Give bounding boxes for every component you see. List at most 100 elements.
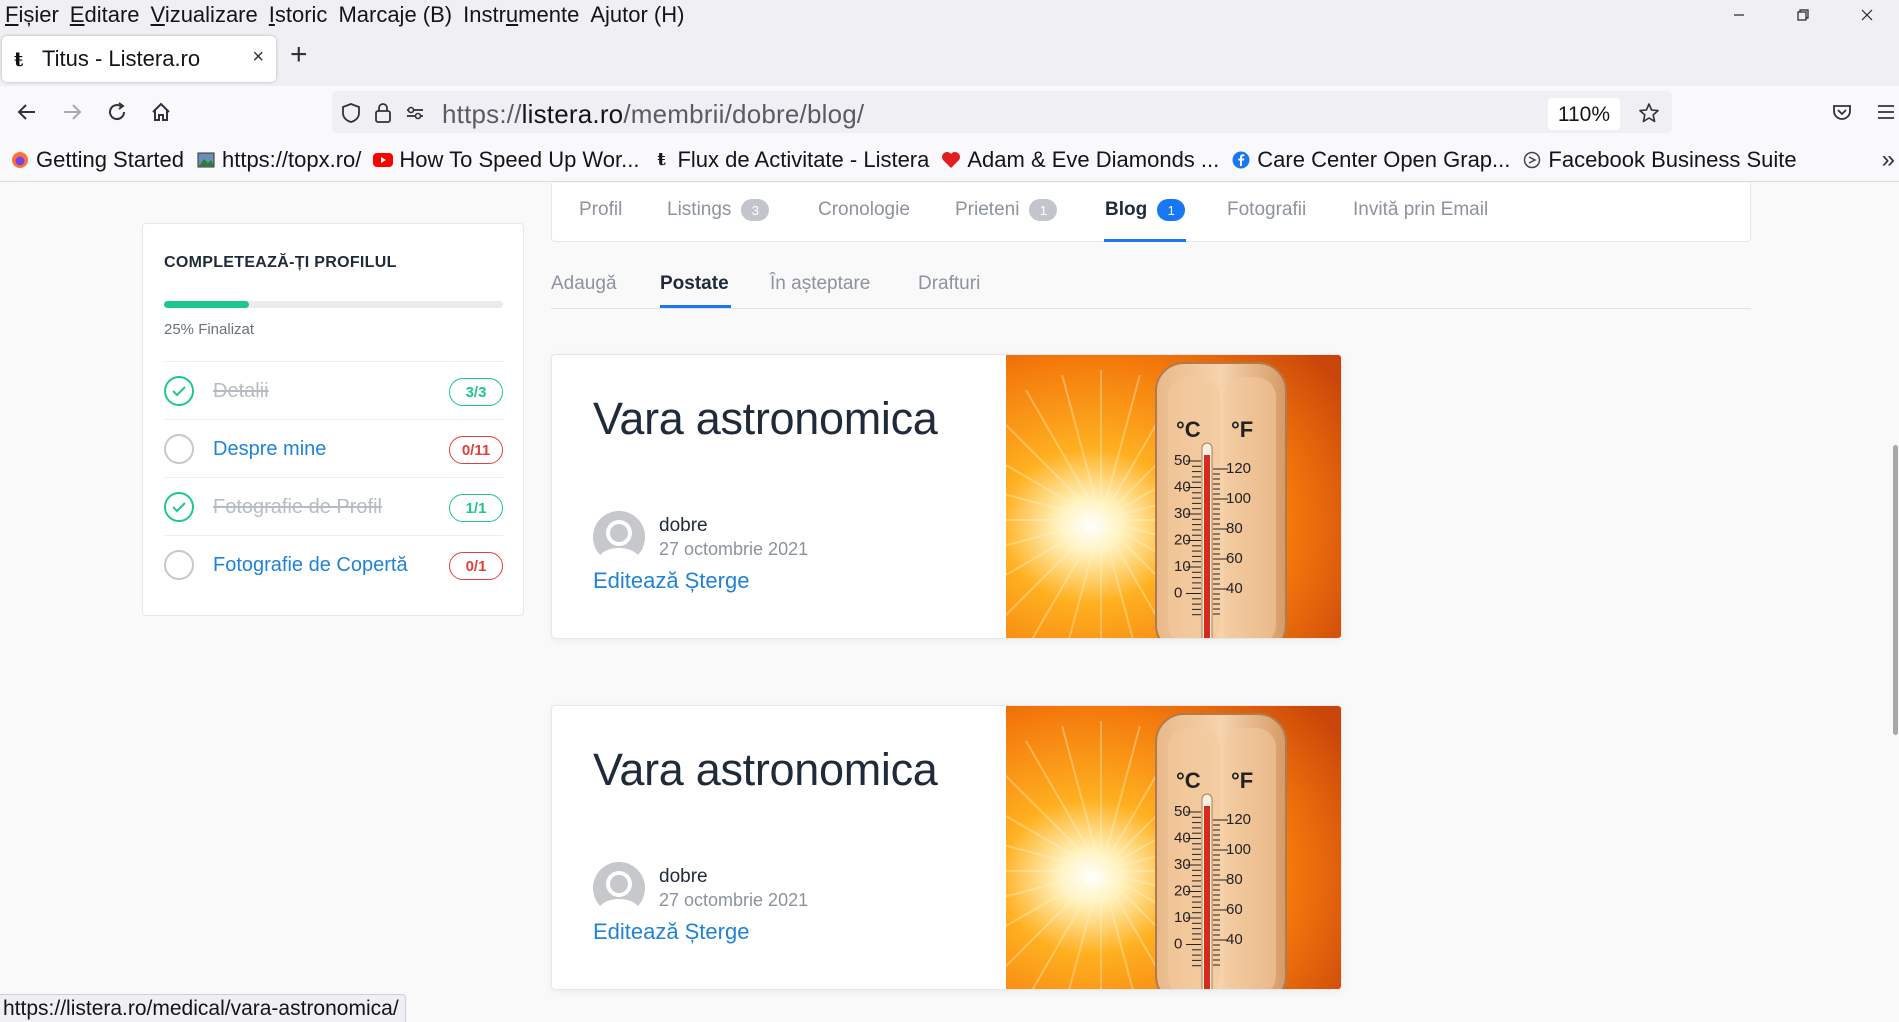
checklist-item-count: 0/11	[449, 436, 503, 464]
blog-post-card[interactable]: Vara astronomica dobre 27 octombrie 2021…	[551, 354, 1342, 639]
empty-circle-icon	[164, 550, 194, 580]
tracking-shield-icon[interactable]	[338, 100, 364, 126]
new-tab-button[interactable]: +	[290, 40, 308, 70]
menu-file[interactable]: Fișier	[0, 2, 65, 28]
post-title[interactable]: Vara astronomica	[593, 393, 938, 445]
lock-icon[interactable]	[370, 100, 396, 126]
bookmark-star-icon[interactable]	[1636, 100, 1662, 126]
subtab-adauga[interactable]: Adaugă	[551, 273, 617, 295]
tab-close-button[interactable]: ×	[252, 46, 264, 69]
minimize-button[interactable]	[1707, 0, 1771, 30]
navigation-bar: https://listera.ro/membrii/dobre/blog/ 1…	[0, 86, 1899, 138]
menu-tools[interactable]: Instrumente	[458, 2, 585, 28]
checklist-item-count: 1/1	[449, 494, 503, 522]
subtab-postate[interactable]: Postate	[660, 273, 729, 295]
pocket-button[interactable]	[1826, 96, 1858, 128]
post-featured-image[interactable]: °C °F 50 40 30 20 10 0 120 100 80 60 40	[951, 355, 1341, 638]
author-avatar	[593, 511, 645, 563]
bookmark-care-center[interactable]: Care Center Open Grap...	[1231, 147, 1510, 173]
reload-button[interactable]	[101, 96, 133, 128]
post-featured-image[interactable]: °C °F 50 40 30 20 10 0 120 100 80 60 40	[951, 706, 1341, 989]
active-tab-indicator	[1104, 239, 1186, 242]
delete-post-link[interactable]: Șterge	[685, 568, 750, 593]
fahrenheit-tick-label: 120	[1226, 460, 1251, 477]
post-author[interactable]: dobre	[659, 866, 708, 888]
tab-fotografii[interactable]: Fotografii	[1227, 199, 1306, 221]
restore-button[interactable]	[1771, 0, 1835, 30]
tab-prieteni[interactable]: Prieteni 1	[955, 199, 1058, 221]
tab-listings[interactable]: Listings 3	[667, 199, 770, 221]
delete-post-link[interactable]: Șterge	[685, 919, 750, 944]
checklist-item-label[interactable]: Fotografie de Copertă	[213, 554, 408, 577]
home-button[interactable]	[145, 96, 177, 128]
checklist-item-count: 0/1	[449, 552, 503, 580]
youtube-icon	[373, 150, 394, 170]
permissions-icon[interactable]	[402, 100, 428, 126]
tab-blog[interactable]: Blog 1	[1105, 199, 1186, 221]
fahrenheit-tick-label: 40	[1226, 931, 1243, 948]
celsius-tick-label: 0	[1174, 585, 1182, 602]
menu-view[interactable]: Vizualizare	[146, 2, 264, 28]
bookmark-topx[interactable]: https://topx.ro/	[196, 147, 361, 173]
post-date: 27 octombrie 2021	[659, 539, 809, 559]
post-title[interactable]: Vara astronomica	[593, 744, 938, 796]
bookmark-getting-started[interactable]: Getting Started	[10, 147, 184, 173]
edit-post-link[interactable]: Editează	[593, 919, 679, 944]
page-scrollbar[interactable]	[1893, 445, 1898, 735]
fahrenheit-tick-label: 60	[1226, 550, 1243, 567]
forward-arrow-icon	[64, 104, 82, 120]
menu-edit[interactable]: Editare	[65, 2, 146, 28]
post-actions: Editează Șterge	[593, 568, 755, 594]
subtab-in-asteptare[interactable]: În așteptare	[770, 273, 870, 295]
post-author[interactable]: dobre	[659, 515, 708, 537]
bookmark-speed-up-wordpress[interactable]: How To Speed Up Wor...	[373, 147, 639, 173]
tab-bar: ŧ Titus - Listera.ro × +	[0, 30, 1899, 86]
fahrenheit-tick-label: 80	[1226, 871, 1243, 888]
author-avatar	[593, 862, 645, 914]
menu-help[interactable]: Ajutor (H)	[585, 2, 690, 28]
thermometer-illustration: °C °F50403020100120100806040	[951, 355, 1341, 638]
menu-bar: Fișier Editare Vizualizare Istoric Marca…	[0, 0, 1899, 30]
home-icon	[152, 102, 170, 121]
checklist-item-cover-photo[interactable]: Fotografie de Copertă 0/1	[164, 535, 503, 593]
menu-history[interactable]: Istoric	[264, 2, 334, 28]
celsius-unit-label: °C	[1176, 768, 1201, 793]
blog-post-card[interactable]: Vara astronomica dobre 27 octombrie 2021…	[551, 705, 1342, 990]
tab-title: Titus - Listera.ro	[42, 46, 201, 71]
checklist-item-count: 3/3	[449, 378, 503, 406]
back-button[interactable]	[11, 96, 43, 128]
checklist-item-profile-photo[interactable]: Fotografie de Profil 1/1	[164, 477, 503, 535]
checklist-item-label[interactable]: Fotografie de Profil	[213, 496, 382, 519]
checklist-item-label[interactable]: Despre mine	[213, 438, 326, 461]
forward-button[interactable]	[56, 96, 88, 128]
edit-post-link[interactable]: Editează	[593, 568, 679, 593]
menu-bookmarks[interactable]: Marcaje (B)	[333, 2, 458, 28]
checklist-item-details[interactable]: Detalii 3/3	[164, 361, 503, 419]
profile-tabs: Profil Listings 3 Cronologie Prieteni 1 Bl…	[551, 183, 1751, 242]
bookmarks-overflow-chevron-icon[interactable]: »	[1882, 146, 1895, 174]
minimize-icon	[1734, 14, 1744, 16]
checklist-item-label[interactable]: Detalii	[213, 380, 269, 403]
app-menu-button[interactable]	[1870, 96, 1899, 128]
tab-cronologie[interactable]: Cronologie	[818, 199, 910, 221]
url-text[interactable]: https://listera.ro/membrii/dobre/blog/	[442, 99, 864, 130]
facebook-icon	[1231, 150, 1251, 170]
subtab-drafturi[interactable]: Drafturi	[918, 273, 980, 295]
profile-checklist: Detalii 3/3 Despre mine 0/11 Fotografie …	[164, 361, 503, 593]
post-actions: Editează Șterge	[593, 919, 755, 945]
url-bar[interactable]: https://listera.ro/membrii/dobre/blog/ 1…	[332, 91, 1672, 133]
image-icon	[196, 150, 216, 170]
bookmark-business-suite[interactable]: Facebook Business Suite	[1522, 147, 1797, 173]
blog-subtabs: Adaugă Postate În așteptare Drafturi	[551, 267, 1751, 309]
bookmark-flux-activitate[interactable]: ŧ Flux de Activitate - Listera	[651, 147, 929, 173]
tab-invite-email[interactable]: Invită prin Email	[1353, 199, 1488, 221]
restore-icon	[1797, 9, 1809, 21]
checklist-item-about-me[interactable]: Despre mine 0/11	[164, 419, 503, 477]
tab-profil[interactable]: Profil	[579, 199, 622, 221]
thermometer-illustration: °C °F50403020100120100806040	[951, 706, 1341, 989]
browser-tab[interactable]: ŧ Titus - Listera.ro ×	[2, 36, 276, 82]
close-window-button[interactable]	[1835, 0, 1899, 30]
friends-count-badge: 1	[1029, 199, 1058, 221]
bookmark-adam-eve[interactable]: Adam & Eve Diamonds ...	[941, 147, 1219, 173]
zoom-level-button[interactable]: 110%	[1547, 98, 1620, 130]
